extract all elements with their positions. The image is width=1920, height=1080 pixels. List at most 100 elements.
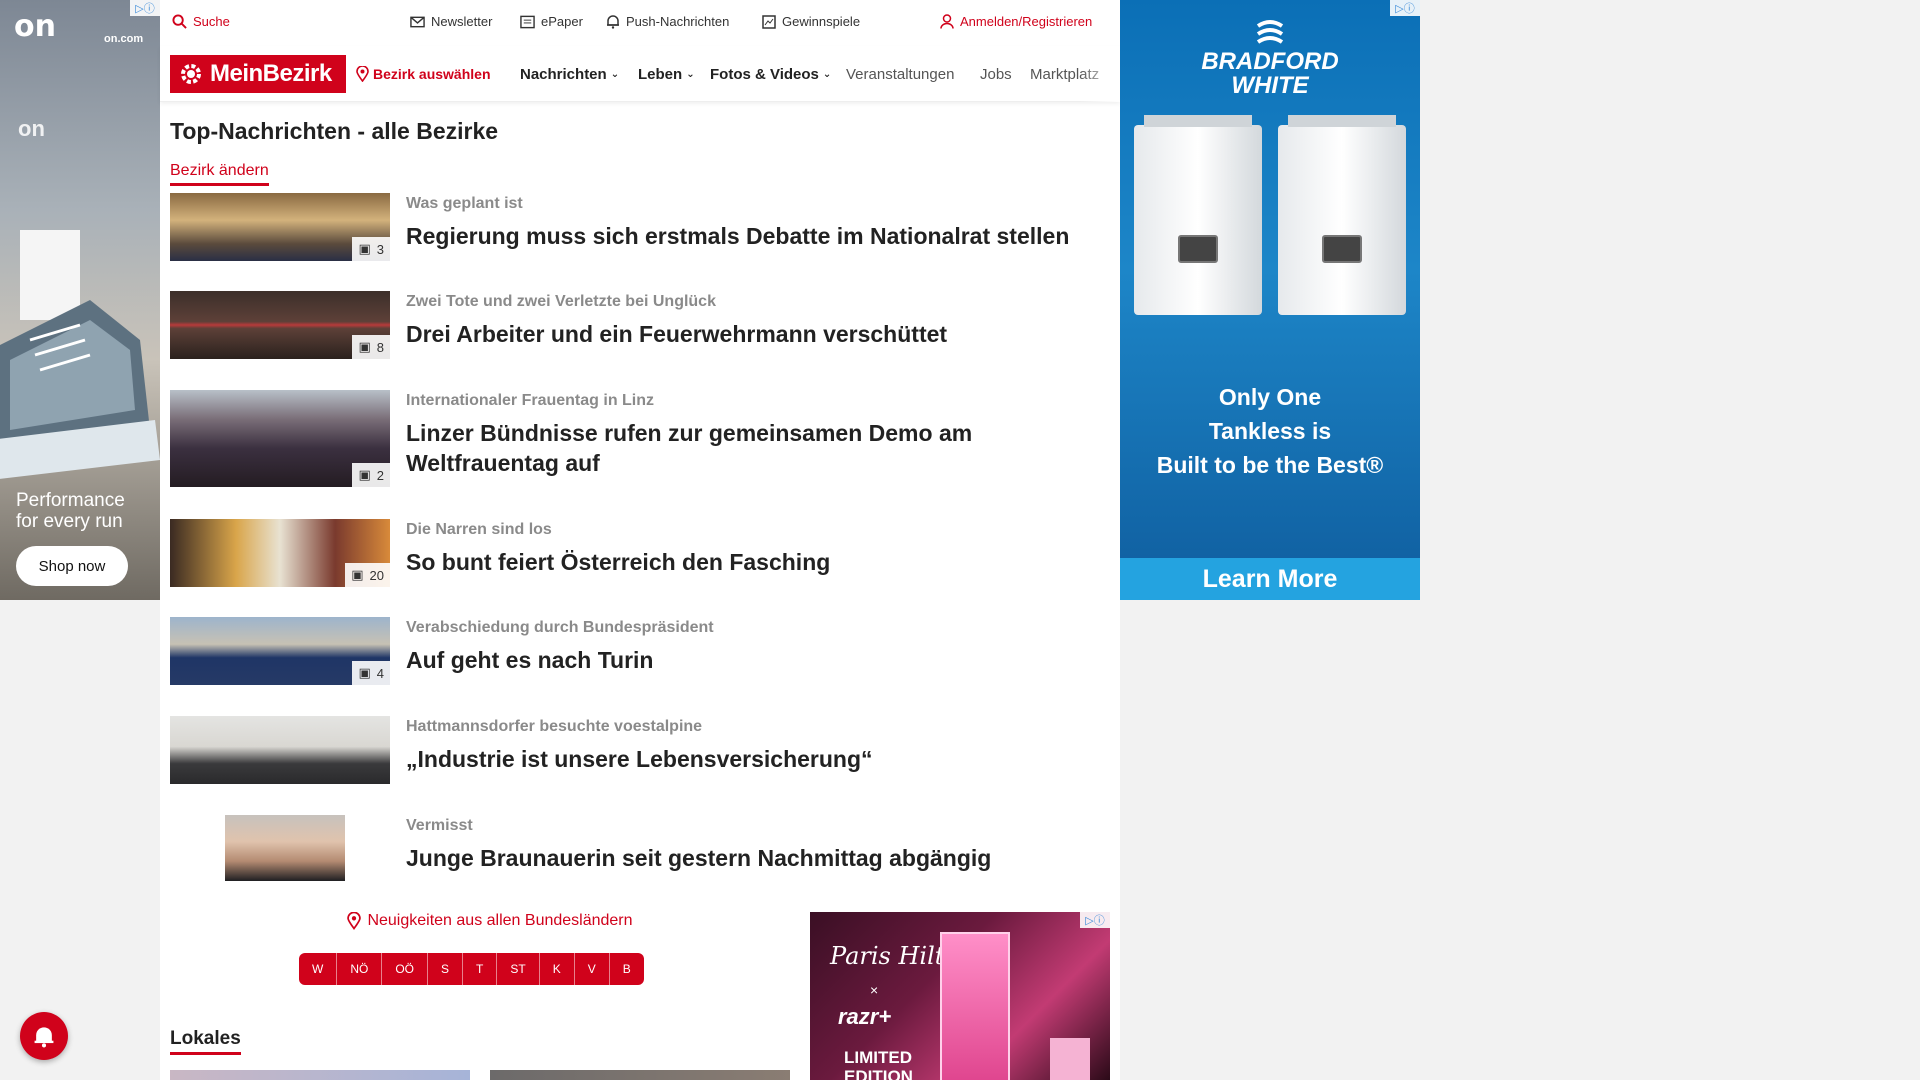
lokales-thumbnail[interactable] bbox=[170, 1070, 470, 1080]
nav-fotos-videos-label: Fotos & Videos bbox=[710, 66, 819, 83]
newsletter-label: Newsletter bbox=[431, 14, 493, 29]
gallery-count: 20 bbox=[369, 567, 384, 583]
top-utility-bar: Suche Newsletter ePaper Push-Nachrichten… bbox=[160, 0, 1120, 46]
article-item[interactable]: ▣ 8 Zwei Tote und zwei Verletzte bei Ungl… bbox=[170, 291, 1110, 371]
bundeslaender-link[interactable]: Neuigkeiten aus allen Bundesländern bbox=[320, 912, 660, 930]
adchoices-icon[interactable]: ▷ⓘ bbox=[1390, 0, 1420, 16]
product-box-image bbox=[1050, 1038, 1090, 1080]
section-title: Top-Nachrichten - alle Bezirke bbox=[170, 118, 499, 144]
state-w[interactable]: W bbox=[299, 953, 338, 985]
article-headline[interactable]: „Industrie ist unsere Lebensversicherung… bbox=[406, 744, 1106, 774]
learn-more-button[interactable]: Learn More bbox=[1120, 558, 1420, 600]
location-pin-icon bbox=[356, 66, 369, 82]
article-kicker: Zwei Tote und zwei Verletzte bei Unglück bbox=[406, 293, 716, 310]
state-v[interactable]: V bbox=[575, 953, 610, 985]
chevron-down-icon: ⌄ bbox=[822, 69, 832, 80]
article-headline[interactable]: So bunt feiert Österreich den Fasching bbox=[406, 547, 1106, 577]
article-headline[interactable]: Regierung muss sich erstmals Debatte im … bbox=[406, 221, 1106, 251]
adchoices-icon[interactable]: ▷ⓘ bbox=[1080, 912, 1110, 928]
article-kicker: Verabschiedung durch Bundespräsident bbox=[406, 619, 714, 636]
article-kicker: Internationaler Frauentag in Linz bbox=[406, 392, 655, 409]
left-advertisement[interactable]: ▷ⓘ on on.com on Performance for every ru… bbox=[0, 0, 160, 600]
gewinnspiele-link[interactable]: Gewinnspiele bbox=[762, 14, 860, 29]
bezirk-select[interactable]: Bezirk auswählen bbox=[356, 66, 491, 82]
gallery-badge: ▣ 8 bbox=[352, 335, 390, 359]
nav-nachrichten[interactable]: Nachrichten ⌄ bbox=[520, 66, 619, 83]
article-item[interactable]: ▣ 2 Internationaler Frauentag in Linz Lin… bbox=[170, 390, 1110, 490]
inline-advertisement[interactable]: ▷ⓘ Paris Hilton × razr+ LIMITED EDITION bbox=[810, 912, 1110, 1080]
product-box-image bbox=[940, 932, 1010, 1080]
article-item[interactable]: Hattmannsdorfer besuchte voestalpine „In… bbox=[170, 716, 1110, 796]
search-link[interactable]: Suche bbox=[172, 14, 230, 29]
ad-limited-edition: LIMITED EDITION bbox=[844, 1048, 913, 1080]
lokales-heading: Lokales bbox=[170, 1028, 241, 1055]
brand-line-2: WHITE bbox=[1231, 72, 1309, 99]
article-item[interactable]: ▣ 20 Die Narren sind los So bunt feiert Ö… bbox=[170, 519, 1110, 599]
nav-leben-label: Leben bbox=[638, 66, 683, 83]
ad-razr-logo: razr+ bbox=[838, 1004, 892, 1029]
meinbezirk-logo[interactable]: MeinBezirk bbox=[170, 55, 346, 93]
shop-now-button[interactable]: Shop now bbox=[16, 546, 128, 586]
gallery-icon: ▣ bbox=[358, 339, 371, 354]
article-item[interactable]: Vermisst Junge Braunauerin seit gestern … bbox=[170, 815, 1110, 895]
nav-nachrichten-label: Nachrichten bbox=[520, 66, 607, 83]
ad-tagline: Performance for every run bbox=[16, 490, 125, 532]
user-icon bbox=[940, 14, 954, 29]
state-b[interactable]: B bbox=[610, 953, 644, 985]
nav-fotos-videos[interactable]: Fotos & Videos ⌄ bbox=[710, 66, 831, 83]
ad-copy-line-3: Built to be the Best® bbox=[1156, 452, 1384, 478]
nav-veranstaltungen-label: Veranstaltungen bbox=[846, 66, 955, 83]
gallery-icon: ▣ bbox=[351, 567, 364, 582]
nav-jobs[interactable]: Jobs bbox=[980, 66, 1012, 83]
state-k[interactable]: K bbox=[540, 953, 575, 985]
ad-tagline-line-2: for every run bbox=[16, 511, 123, 532]
article-item[interactable]: ▣ 3 Was geplant ist Regierung muss sich e… bbox=[170, 193, 1110, 273]
bezirk-change-link[interactable]: Bezirk ändern bbox=[170, 162, 269, 186]
gallery-badge: ▣ 20 bbox=[345, 563, 390, 587]
article-kicker: Was geplant ist bbox=[406, 195, 523, 212]
state-ooe[interactable]: OÖ bbox=[382, 953, 428, 985]
ad-copy-line-2: Tankless is bbox=[1208, 418, 1332, 444]
adchoices-icon[interactable]: ▷ⓘ bbox=[130, 0, 160, 16]
right-advertisement[interactable]: ▷ⓘ BRADFORD WHITE Only One Tankless is B… bbox=[1120, 0, 1420, 600]
article-thumbnail: ▣ 2 bbox=[170, 390, 390, 487]
gallery-badge: ▣ 3 bbox=[352, 237, 390, 261]
logo-text: MeinBezirk bbox=[210, 60, 332, 87]
ad-copy: Only One Tankless is Built to be the Bes… bbox=[1120, 380, 1420, 482]
article-item[interactable]: ▣ 4 Verabschiedung durch Bundespräsident … bbox=[170, 617, 1110, 697]
page: ▷ⓘ on on.com on Performance for every ru… bbox=[0, 0, 1920, 1080]
ad-copy-line-1: Only One bbox=[1218, 384, 1322, 410]
main-content: Suche Newsletter ePaper Push-Nachrichten… bbox=[160, 0, 1120, 1080]
notification-bell-button[interactable] bbox=[20, 1012, 68, 1060]
ad-limited-line-1: LIMITED bbox=[844, 1048, 912, 1067]
ad-limited-line-2: EDITION bbox=[844, 1067, 913, 1080]
main-navigation: MeinBezirk Bezirk auswählen Nachrichten ⌄… bbox=[160, 46, 1120, 102]
search-label: Suche bbox=[193, 14, 230, 29]
state-s[interactable]: S bbox=[428, 953, 464, 985]
ad-domain: on.com bbox=[104, 33, 144, 45]
bradford-white-logo: BRADFORD WHITE bbox=[1120, 50, 1420, 98]
state-t[interactable]: T bbox=[463, 953, 498, 985]
newsletter-link[interactable]: Newsletter bbox=[410, 14, 492, 29]
nav-veranstaltungen[interactable]: Veranstaltungen bbox=[846, 66, 954, 83]
flame-logo-icon bbox=[1254, 18, 1286, 48]
article-kicker: Vermisst bbox=[406, 817, 473, 834]
article-headline[interactable]: Drei Arbeiter und ein Feuerwehrmann vers… bbox=[406, 319, 1106, 349]
state-noe[interactable]: NÖ bbox=[337, 953, 383, 985]
article-headline[interactable]: Linzer Bündnisse rufen zur gemeinsamen D… bbox=[406, 418, 1106, 478]
article-thumbnail: ▣ 20 bbox=[170, 519, 390, 587]
bundeslaender-title: Neuigkeiten aus allen Bundesländern bbox=[367, 912, 633, 929]
water-heater-image bbox=[1278, 115, 1406, 315]
gallery-count: 4 bbox=[376, 665, 384, 681]
nav-leben[interactable]: Leben ⌄ bbox=[638, 66, 695, 83]
gallery-icon: ▣ bbox=[358, 241, 371, 256]
push-notifications-link[interactable]: Push-Nachrichten bbox=[606, 14, 729, 29]
article-headline[interactable]: Junge Braunauerin seit gestern Nachmitta… bbox=[406, 843, 1106, 873]
article-headline[interactable]: Auf geht es nach Turin bbox=[406, 645, 1106, 675]
ad-collab-x: × bbox=[870, 982, 879, 998]
login-link[interactable]: Anmelden/Registrieren bbox=[940, 14, 1092, 29]
epaper-link[interactable]: ePaper bbox=[520, 14, 583, 29]
gallery-count: 3 bbox=[376, 241, 384, 257]
state-st[interactable]: ST bbox=[497, 953, 540, 985]
lokales-thumbnail[interactable] bbox=[490, 1070, 790, 1080]
